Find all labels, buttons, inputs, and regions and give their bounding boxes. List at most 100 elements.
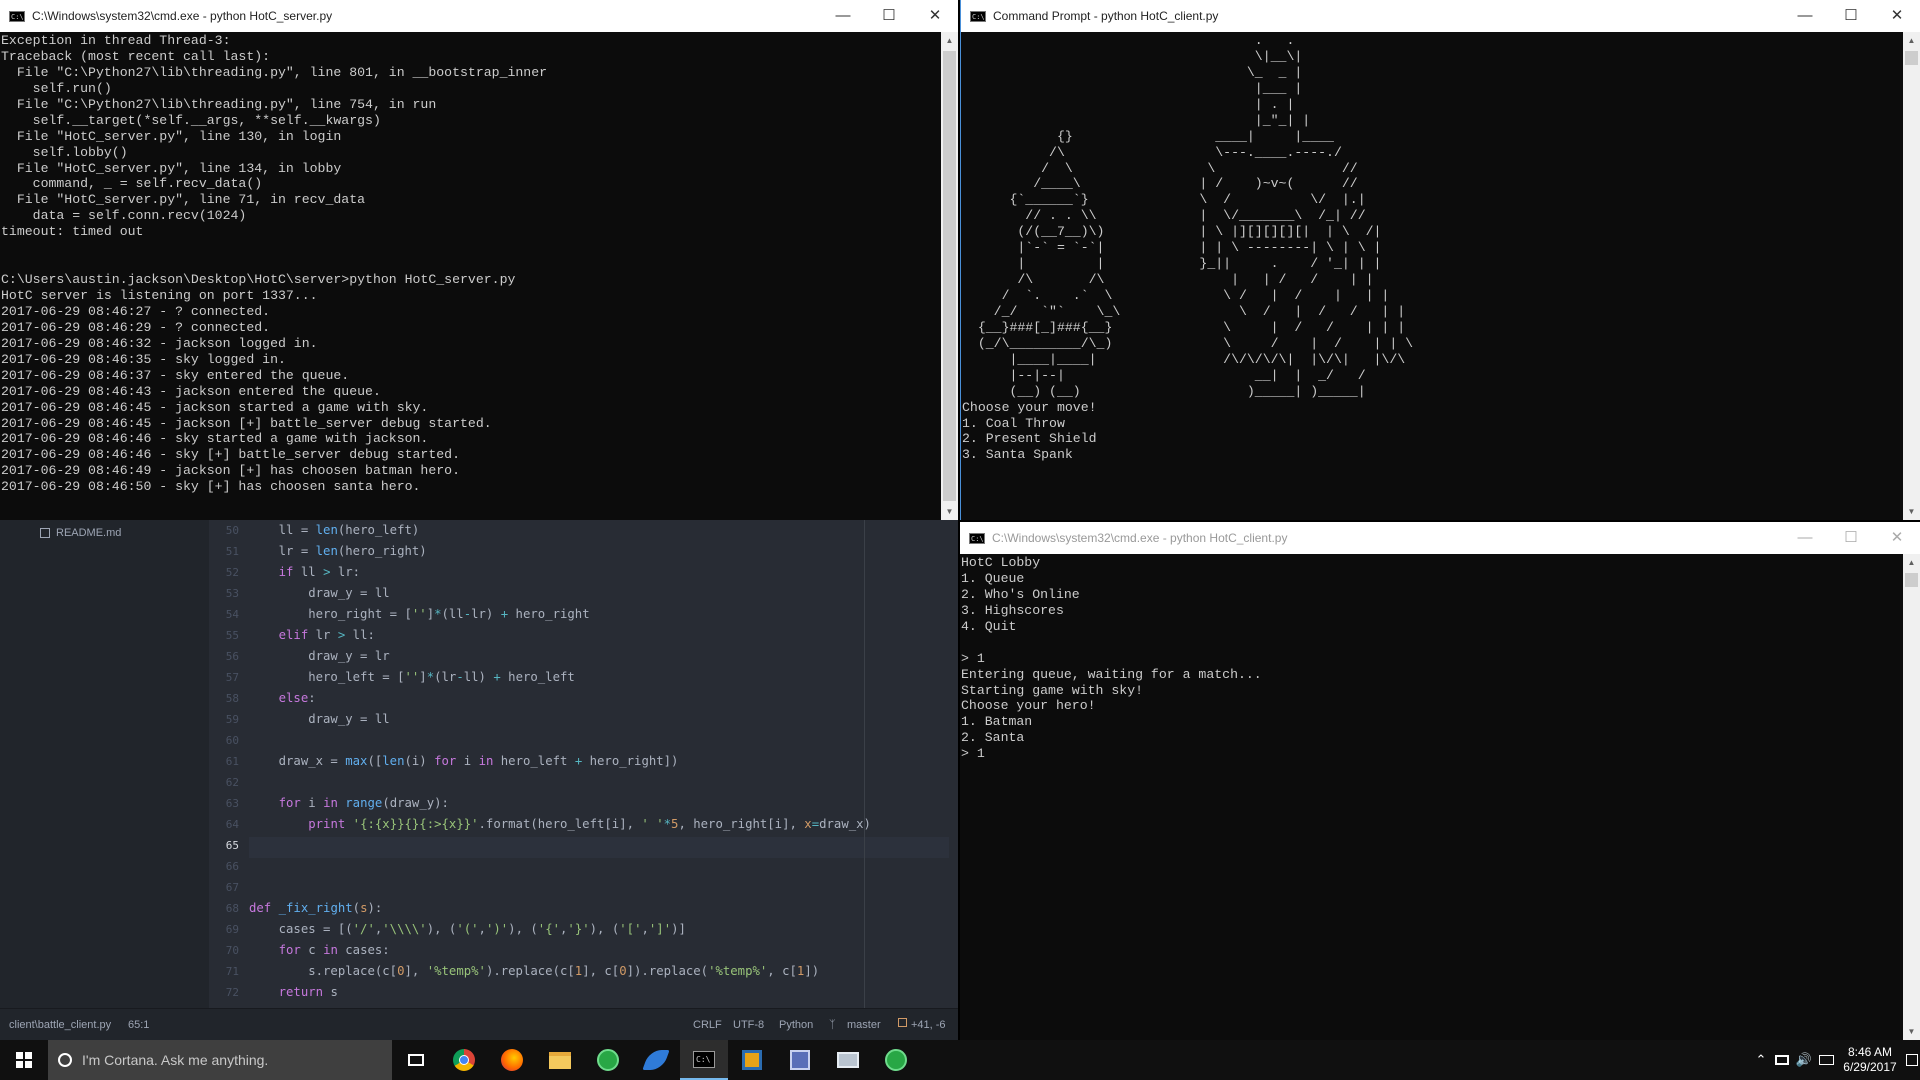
client-battle-titlebar[interactable]: C:\ Command Prompt - python HotC_client.… (961, 0, 1920, 32)
scroll-up-arrow-icon[interactable]: ▲ (941, 32, 958, 49)
code-line[interactable]: for i in range(draw_y): (249, 796, 449, 810)
line-number[interactable]: 72 (226, 986, 239, 999)
code-line[interactable]: s.replace(c[0], '%temp%').replace(c[1], … (249, 964, 819, 978)
taskbar-firefox[interactable] (488, 1040, 536, 1080)
code-line[interactable]: print '{:{x}}{}{:>{x}}'.format(hero_left… (249, 817, 871, 831)
tree-view[interactable]: README.md (0, 520, 210, 1008)
minimize-button[interactable]: — (1782, 0, 1828, 32)
line-number[interactable]: 60 (226, 734, 239, 747)
minimize-button[interactable]: — (1782, 522, 1828, 554)
line-number[interactable]: 56 (226, 650, 239, 663)
taskbar-command-prompt[interactable]: C:\ (680, 1040, 728, 1080)
line-number[interactable]: 68 (226, 902, 239, 915)
client-battle-scrollbar[interactable]: ▲ ▼ (1903, 32, 1920, 520)
client-lobby-scrollbar[interactable]: ▲ ▼ (1903, 554, 1920, 1040)
code-line[interactable]: return s (249, 985, 338, 999)
line-number[interactable]: 67 (226, 881, 239, 894)
scroll-down-arrow-icon[interactable]: ▼ (1903, 1023, 1920, 1040)
maximize-button[interactable]: ☐ (1828, 0, 1874, 32)
network-tray-button[interactable] (1771, 1040, 1793, 1080)
line-number[interactable]: 71 (226, 965, 239, 978)
close-button[interactable]: ✕ (1874, 0, 1920, 32)
taskbar-app-gray[interactable] (824, 1040, 872, 1080)
status-line-ending[interactable]: CRLF (693, 1019, 722, 1031)
code-line[interactable]: lr = len(hero_right) (249, 544, 427, 558)
line-number[interactable]: 69 (226, 923, 239, 936)
code-line[interactable]: hero_left = ['']*(lr-ll) + hero_left (249, 670, 575, 684)
server-window-titlebar[interactable]: C:\ C:\Windows\system32\cmd.exe - python… (0, 0, 958, 32)
code-line[interactable]: cases = [('/','\\\\'), ('(',')'), ('{','… (249, 922, 686, 936)
scroll-down-arrow-icon[interactable]: ▼ (1903, 503, 1920, 520)
code-line[interactable]: draw_x = max([len(i) for i in hero_left … (249, 754, 679, 768)
status-grammar[interactable]: Python (779, 1019, 813, 1031)
code-line[interactable]: else: (249, 691, 316, 705)
code-line[interactable]: draw_y = ll (249, 586, 389, 600)
volume-tray-button[interactable]: 🔊 (1793, 1040, 1815, 1080)
taskbar-app-green[interactable] (584, 1040, 632, 1080)
clock[interactable]: 8:46 AM 6/29/2017 (1840, 1040, 1900, 1080)
minimize-button[interactable]: — (820, 0, 866, 32)
taskbar-atom[interactable] (632, 1040, 680, 1080)
maximize-button[interactable]: ☐ (866, 0, 912, 32)
scroll-up-arrow-icon[interactable]: ▲ (1903, 554, 1920, 571)
close-button[interactable]: ✕ (912, 0, 958, 32)
code-line[interactable]: if ll > lr: (249, 565, 360, 579)
scrollbar-thumb[interactable] (1905, 51, 1918, 65)
status-git-diff[interactable]: +41, -6 (911, 1019, 946, 1031)
line-number[interactable]: 53 (226, 587, 239, 600)
line-number[interactable]: 65 (226, 839, 239, 852)
line-number-gutter[interactable]: 50 51 52 53 54 55 56 57 58 59 60 61 62 63 64 65 66 67 68 69… (209, 520, 249, 1008)
line-number[interactable]: 57 (226, 671, 239, 684)
action-center-button[interactable] (1904, 1040, 1920, 1080)
line-number[interactable]: 52 (226, 566, 239, 579)
status-git-branch[interactable]: master (847, 1019, 881, 1031)
line-number[interactable]: 54 (226, 608, 239, 621)
line-number[interactable]: 66 (226, 860, 239, 873)
code-editor[interactable]: README.md 50 51 52 53 54 55 56 57 58 59 60 61 62 63 64… (0, 520, 958, 1040)
taskbar-app-green-2[interactable] (872, 1040, 920, 1080)
maximize-button[interactable]: ☐ (1828, 522, 1874, 554)
code-line[interactable]: ll = len(hero_left) (249, 523, 420, 537)
code-line[interactable]: draw_y = ll (249, 712, 389, 726)
show-hidden-icons-button[interactable]: ⌃ (1751, 1040, 1771, 1080)
taskbar-app-yellow[interactable] (728, 1040, 776, 1080)
line-number[interactable]: 63 (226, 797, 239, 810)
server-scrollbar[interactable]: ▲ ▼ (941, 32, 958, 520)
status-encoding[interactable]: UTF-8 (733, 1019, 764, 1031)
code-line[interactable]: hero_right = ['']*(ll-lr) + hero_right (249, 607, 589, 621)
line-number[interactable]: 64 (226, 818, 239, 831)
server-console-window[interactable]: C:\ C:\Windows\system32\cmd.exe - python… (0, 0, 958, 520)
close-button[interactable]: ✕ (1874, 522, 1920, 554)
start-button[interactable] (0, 1040, 48, 1080)
server-console-output[interactable]: Exception in thread Thread-3: Traceback (… (0, 32, 941, 520)
line-number[interactable]: 62 (226, 776, 239, 789)
scrollbar-thumb[interactable] (943, 51, 956, 501)
taskbar-file-explorer[interactable] (536, 1040, 584, 1080)
keyboard-tray-button[interactable] (1815, 1040, 1837, 1080)
code-line[interactable]: draw_y = lr (249, 649, 389, 663)
code-area[interactable]: ll = len(hero_left) lr = len(hero_right)… (249, 520, 958, 1008)
scroll-down-arrow-icon[interactable]: ▼ (941, 503, 958, 520)
line-number[interactable]: 55 (226, 629, 239, 642)
client-lobby-output[interactable]: HotC Lobby 1. Queue 2. Who's Online 3. High… (960, 554, 1903, 1040)
status-file-path[interactable]: client\battle_client.py (9, 1019, 111, 1031)
line-number[interactable]: 70 (226, 944, 239, 957)
line-number[interactable]: 59 (226, 713, 239, 726)
cortana-search-box[interactable]: I'm Cortana. Ask me anything. (48, 1040, 392, 1080)
line-number[interactable]: 61 (226, 755, 239, 768)
client-console-window-battle[interactable]: C:\ Command Prompt - python HotC_client.… (960, 0, 1920, 520)
code-line[interactable]: for c in cases: (249, 943, 390, 957)
line-number[interactable]: 50 (226, 524, 239, 537)
code-line[interactable]: def _fix_right(s): (249, 901, 382, 915)
client-lobby-titlebar[interactable]: C:\ C:\Windows\system32\cmd.exe - python… (960, 522, 1920, 554)
client-battle-output[interactable]: . . \|__\| \_ _ | |___ | | . | |_"_| | {… (961, 32, 1903, 520)
code-line[interactable]: elif lr > ll: (249, 628, 375, 642)
task-view-button[interactable] (392, 1040, 440, 1080)
taskbar-app-network[interactable] (776, 1040, 824, 1080)
line-number[interactable]: 58 (226, 692, 239, 705)
scrollbar-thumb[interactable] (1905, 573, 1918, 587)
status-cursor-position[interactable]: 65:1 (128, 1019, 149, 1031)
line-number[interactable]: 51 (226, 545, 239, 558)
client-console-window-lobby[interactable]: C:\ C:\Windows\system32\cmd.exe - python… (960, 522, 1920, 1040)
taskbar-chrome[interactable] (440, 1040, 488, 1080)
